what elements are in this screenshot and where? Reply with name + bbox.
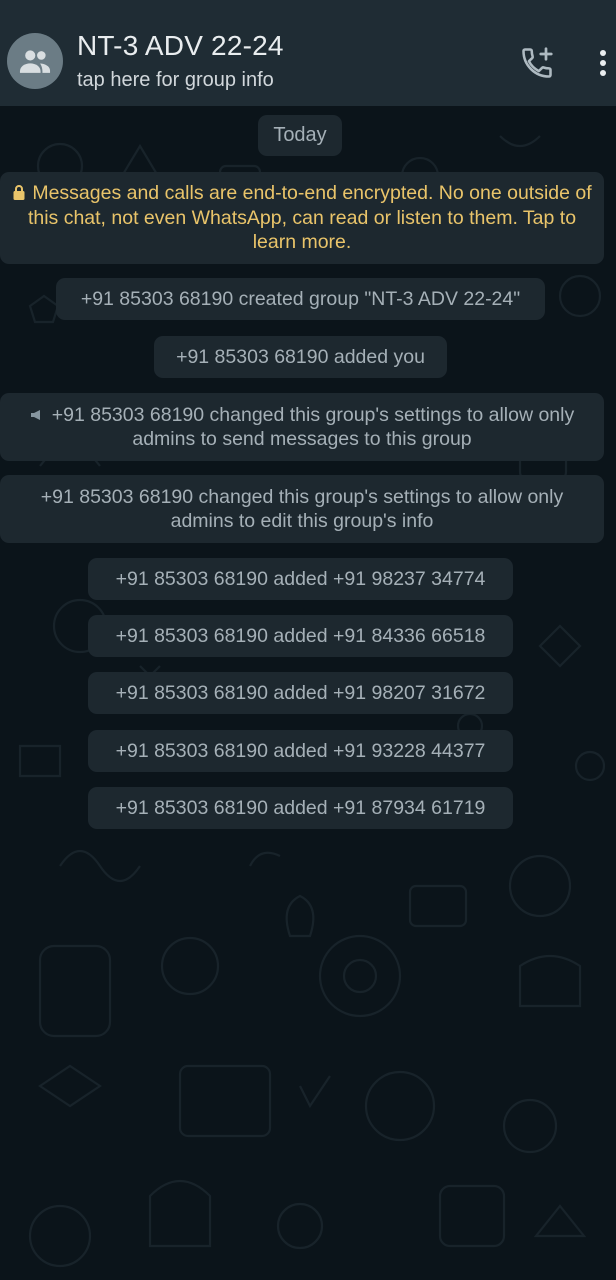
group-title: NT-3 ADV 22-24 [77,30,284,61]
more-vert-icon [600,50,606,76]
megaphone-icon [30,410,40,420]
more-options-button[interactable] [588,40,616,86]
encryption-notice[interactable]: Messages and calls are end-to-end encryp… [0,172,604,264]
chat-header: NT-3 ADV 22-24 tap here for group info [0,0,616,106]
system-message: +91 85303 68190 added +91 84336 66518 [88,615,513,657]
system-message: +91 85303 68190 added +91 93228 44377 [88,730,513,772]
system-message: +91 85303 68190 added +91 98207 31672 [88,672,513,714]
group-avatar[interactable] [7,33,63,89]
system-message: +91 85303 68190 created group "NT-3 ADV … [56,278,545,320]
date-divider: Today [258,115,342,156]
add-call-button[interactable] [514,40,560,86]
lock-icon [13,185,25,200]
system-message: +91 85303 68190 changed this group's set… [0,475,604,543]
chat-area[interactable]: Today Messages and calls are end-to-end … [0,106,616,1280]
system-message: +91 85303 68190 added +91 87934 61719 [88,787,513,829]
group-subtitle: tap here for group info [77,69,274,91]
group-icon [19,50,51,73]
group-info-area[interactable]: NT-3 ADV 22-24 tap here for group info [0,0,420,106]
encryption-notice-text: Messages and calls are end-to-end encryp… [27,182,592,253]
system-message: +91 85303 68190 added +91 98237 34774 [88,558,513,600]
system-message: +91 85303 68190 changed this group's set… [0,393,604,461]
system-message-text: +91 85303 68190 changed this group's set… [51,404,575,450]
add-call-icon [522,47,553,78]
whatsapp-chat-screen: NT-3 ADV 22-24 tap here for group info T… [0,0,616,1280]
system-message: +91 85303 68190 added you [154,336,447,378]
